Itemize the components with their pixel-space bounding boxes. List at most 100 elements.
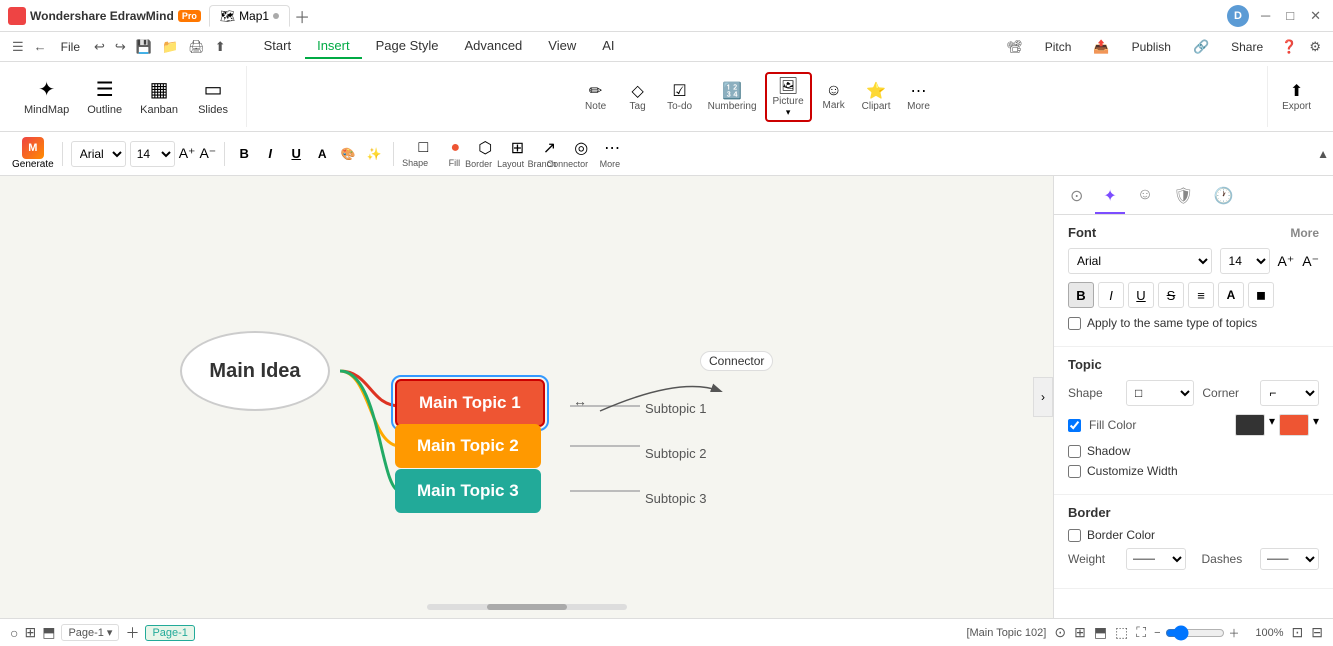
minimize-button[interactable]: ─ xyxy=(1257,8,1274,23)
panel-highlight-button[interactable]: ◼ xyxy=(1248,282,1274,308)
fill-color-main-dropdown[interactable]: ▾ xyxy=(1313,414,1319,436)
tab-insert[interactable]: Insert xyxy=(305,34,362,59)
panel-italic-button[interactable]: I xyxy=(1098,282,1124,308)
panel-text-color-button[interactable]: A xyxy=(1218,282,1244,308)
font-selector[interactable]: Arial xyxy=(71,141,126,167)
hamburger-icon[interactable]: ☰ xyxy=(8,37,28,57)
layout-button[interactable]: ⊞ Layout xyxy=(498,140,526,168)
generate-button[interactable]: M Generate xyxy=(12,137,54,170)
subtopic-2[interactable]: Subtopic 2 xyxy=(645,446,706,461)
todo-button[interactable]: ☑ To-do xyxy=(660,79,700,114)
italic-button[interactable]: I xyxy=(259,143,281,165)
panel-font-selector[interactable]: Arial xyxy=(1068,248,1212,274)
tab-ai[interactable]: AI xyxy=(590,34,626,59)
tag-button[interactable]: ◇ Tag xyxy=(618,79,658,114)
back-arrow-icon[interactable]: ← xyxy=(30,37,51,56)
horizontal-scrollbar[interactable] xyxy=(427,604,627,610)
export-icon[interactable]: ⬆ xyxy=(211,37,230,57)
save-button[interactable]: 💾 xyxy=(132,37,156,57)
minimize-panel-button[interactable]: ⊟ xyxy=(1311,624,1323,641)
panel-tab-shield[interactable]: 🛡 xyxy=(1165,180,1201,214)
add-tab-button[interactable]: ＋ xyxy=(294,4,310,28)
shadow-checkbox[interactable] xyxy=(1068,445,1081,458)
font-size-decrease[interactable]: A⁻ xyxy=(199,145,216,162)
font-more-button[interactable]: More xyxy=(1290,226,1319,240)
subtopic-3[interactable]: Subtopic 3 xyxy=(645,491,706,506)
share-button[interactable]: Share xyxy=(1221,37,1273,57)
connector-node[interactable]: Connector xyxy=(700,351,773,371)
status-icon-1[interactable]: ○ xyxy=(10,625,18,641)
shape-selector[interactable]: □ xyxy=(1126,380,1194,406)
publish-button[interactable]: Publish xyxy=(1122,37,1181,57)
topic-2-node[interactable]: Main Topic 2 xyxy=(395,424,541,468)
slides-button[interactable]: ▭ Slides xyxy=(188,73,238,120)
clipart-button[interactable]: ⭐ Clipart xyxy=(856,79,897,114)
zoom-in-button[interactable]: ＋ xyxy=(1229,625,1240,641)
fit-all-button[interactable]: ⊡ xyxy=(1292,624,1304,641)
page-1-tag[interactable]: Page-1 ▾ xyxy=(61,624,119,641)
zen-button[interactable]: ⬚ xyxy=(1115,624,1128,641)
more-tools-button[interactable]: ⋯ More xyxy=(594,140,622,168)
menu-file[interactable]: File xyxy=(53,37,88,57)
note-button[interactable]: ✏ Note xyxy=(576,79,616,114)
shape-tool-button[interactable]: □ Shape xyxy=(402,140,430,168)
mark-button[interactable]: ☺ Mark xyxy=(814,80,854,113)
share-icon[interactable]: 🔗 xyxy=(1189,37,1213,57)
tab-start[interactable]: Start xyxy=(252,34,303,59)
zoom-out-button[interactable]: − xyxy=(1154,627,1160,639)
highlight-button[interactable]: 🎨 xyxy=(337,143,359,165)
tab-pagestyle[interactable]: Page Style xyxy=(364,34,451,59)
panel-tab-emoji[interactable]: ☺ xyxy=(1129,180,1161,214)
page-1-active-tab[interactable]: Page-1 xyxy=(145,625,194,641)
more-button[interactable]: ⋯ More xyxy=(899,79,939,114)
fit-page-button[interactable]: ⊙ xyxy=(1054,624,1066,641)
restore-button[interactable]: □ xyxy=(1282,8,1298,23)
fill-color-dark-swatch[interactable] xyxy=(1235,414,1265,436)
settings-icon[interactable]: ⚙ xyxy=(1305,37,1325,57)
focus-button[interactable]: ⬒ xyxy=(1094,624,1107,641)
apply-same-type-checkbox[interactable] xyxy=(1068,317,1081,330)
topic-1-node[interactable]: Main Topic 1 xyxy=(395,379,545,427)
panel-size-selector[interactable]: 14 xyxy=(1220,248,1270,274)
panel-tab-clock[interactable]: 🕐 xyxy=(1205,180,1241,214)
panel-tab-topic[interactable]: ⊙ xyxy=(1062,180,1091,214)
font-size-selector[interactable]: 14 xyxy=(130,141,175,167)
tab-advanced[interactable]: Advanced xyxy=(452,34,534,59)
pitch-icon[interactable]: 📽 xyxy=(1002,37,1027,57)
picture-button[interactable]: 🖼 Picture ▾ xyxy=(765,72,812,122)
fill-color-swatch[interactable] xyxy=(1279,414,1309,436)
fill-color-checkbox[interactable] xyxy=(1068,419,1081,432)
help-button[interactable]: ❓ xyxy=(1281,39,1297,55)
panel-size-decrease[interactable]: A⁻ xyxy=(1302,253,1319,270)
toolbar-expand-button[interactable]: ▲ xyxy=(1317,147,1329,161)
zoom-slider[interactable] xyxy=(1165,625,1225,641)
weight-selector[interactable]: —— xyxy=(1126,548,1186,570)
canvas[interactable]: Main Idea Main Topic 1 ↔ Main Topic 2 Ma… xyxy=(0,176,1053,618)
fullscreen-button[interactable]: ⛶ xyxy=(1136,624,1146,641)
text-effects-button[interactable]: ✨ xyxy=(363,143,385,165)
pitch-button[interactable]: Pitch xyxy=(1035,37,1082,57)
add-page-button[interactable]: ＋ xyxy=(125,623,139,643)
panel-strikethrough-button[interactable]: S xyxy=(1158,282,1184,308)
print-button[interactable]: 🖨 xyxy=(184,37,209,57)
font-color-button[interactable]: A xyxy=(311,143,333,165)
bold-button[interactable]: B xyxy=(233,143,255,165)
main-idea-node[interactable]: Main Idea xyxy=(180,331,330,411)
close-button[interactable]: ✕ xyxy=(1306,8,1325,24)
redo-button[interactable]: ↪ xyxy=(111,37,130,57)
panel-bold-button[interactable]: B xyxy=(1068,282,1094,308)
status-icon-3[interactable]: ⬒ xyxy=(42,624,55,641)
font-size-increase[interactable]: A⁺ xyxy=(179,145,196,162)
status-icon-2[interactable]: ⊞ xyxy=(24,624,36,641)
folder-button[interactable]: 📁 xyxy=(158,37,182,57)
panel-align-button[interactable]: ≡ xyxy=(1188,282,1214,308)
numbering-button[interactable]: 🔢 Numbering xyxy=(702,79,763,114)
topic-3-node[interactable]: Main Topic 3 xyxy=(395,469,541,513)
border-color-checkbox[interactable] xyxy=(1068,529,1081,542)
corner-selector[interactable]: ⌐ xyxy=(1260,380,1319,406)
mindmap-button[interactable]: ✦ MindMap xyxy=(16,73,77,120)
panel-size-increase[interactable]: A⁺ xyxy=(1278,253,1295,270)
kanban-button[interactable]: ▦ Kanban xyxy=(132,73,186,120)
connector-button[interactable]: ◎ Connector xyxy=(562,140,590,168)
panel-expand-button[interactable]: › xyxy=(1033,377,1053,417)
